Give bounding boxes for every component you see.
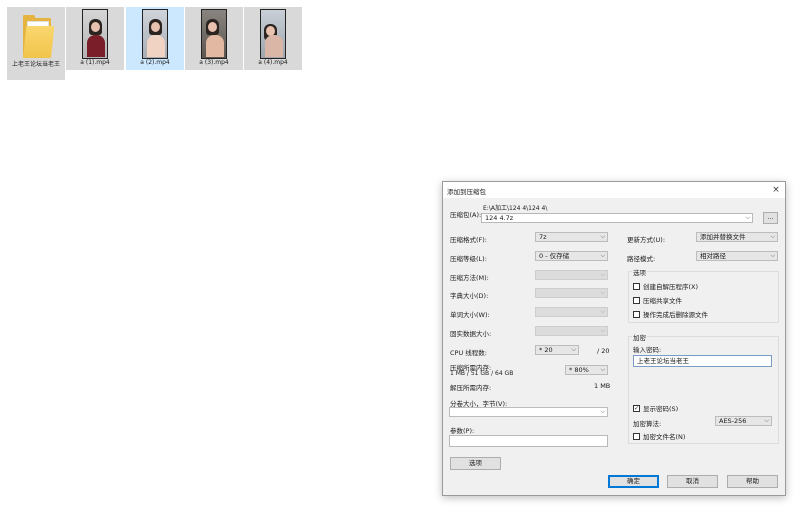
update-label: 更新方式(U): xyxy=(627,236,666,244)
word-label: 单词大小(W): xyxy=(450,311,490,319)
chevron-down-icon: ⌵ xyxy=(600,366,605,373)
archive-name-value: 124 4.7z xyxy=(485,214,514,222)
encrypt-names-checkbox[interactable]: 加密文件名(N) xyxy=(633,431,685,441)
shared-label: 压缩共享文件 xyxy=(643,297,682,305)
password-input[interactable]: 上老王论坛当老王 xyxy=(633,355,772,367)
cpu-total: / 20 xyxy=(597,347,610,355)
params-label: 参数(P): xyxy=(450,427,475,435)
decomp-label: 解压所需内存: xyxy=(450,384,492,392)
dict-label: 字典大小(D): xyxy=(450,292,489,300)
word-select: ⌵ xyxy=(535,307,608,317)
desktop-folder[interactable]: 上老王论坛当老王 xyxy=(7,7,65,80)
checkbox-box xyxy=(633,432,640,440)
folder-name: 上老王论坛当老王 xyxy=(11,61,60,68)
memory-percent-select[interactable]: * 80% ⌵ xyxy=(565,365,608,375)
file-name: a (3).mp4 xyxy=(199,59,229,66)
shared-checkbox[interactable]: 压缩共享文件 xyxy=(633,295,682,305)
chevron-down-icon: ⌵ xyxy=(600,252,605,259)
level-label: 压缩等级(L): xyxy=(450,255,487,263)
video-thumbnail xyxy=(142,9,168,59)
file-name: a (4).mp4 xyxy=(258,59,288,66)
checkbox-box xyxy=(633,282,640,290)
cpu-label: CPU 线程数: xyxy=(450,349,487,357)
pathmode-select[interactable]: 相对路径 ⌵ xyxy=(696,251,778,261)
dict-select: ⌵ xyxy=(535,288,608,298)
update-value: 添加并替换文件 xyxy=(700,233,746,241)
chevron-down-icon[interactable]: ⌵ xyxy=(745,214,750,222)
folder-icon xyxy=(18,15,55,61)
cancel-button[interactable]: 取消 xyxy=(667,475,718,488)
browse-button[interactable]: ... xyxy=(763,212,778,224)
enc-method-label: 加密算法: xyxy=(633,420,662,428)
pathmode-value: 相对路径 xyxy=(700,252,726,260)
file-name: a (2).mp4 xyxy=(140,59,170,66)
video-thumbnail xyxy=(82,9,108,59)
ok-button[interactable]: 确定 xyxy=(608,475,659,488)
chevron-down-icon: ⌵ xyxy=(571,346,576,353)
dialog-title: 添加到压缩包 xyxy=(447,188,486,196)
password-value: 上老王论坛当老王 xyxy=(637,357,689,365)
chevron-down-icon: ⌵ xyxy=(600,308,605,315)
file-item-a2[interactable]: a (2).mp4 xyxy=(126,7,184,70)
delete-label: 操作完成后删除源文件 xyxy=(643,311,708,319)
pathmode-label: 路径模式: xyxy=(627,255,656,263)
chevron-down-icon: ⌵ xyxy=(764,417,769,424)
file-item-a3[interactable]: a (3).mp4 xyxy=(185,7,243,70)
update-select[interactable]: 添加并替换文件 ⌵ xyxy=(696,232,778,242)
method-label: 压缩方法(M): xyxy=(450,274,489,282)
level-select[interactable]: 0 - 仅存储 ⌵ xyxy=(535,251,608,261)
file-item-a1[interactable]: a (1).mp4 xyxy=(66,7,124,70)
checkbox-box xyxy=(633,310,640,318)
encryption-group-title: 加密 xyxy=(632,332,647,342)
decomp-value: 1 MB xyxy=(594,382,611,390)
file-name: a (1).mp4 xyxy=(80,59,110,66)
show-password-label: 显示密码(S) xyxy=(643,405,679,413)
checkbox-box xyxy=(633,296,640,304)
show-password-checkbox[interactable]: ✓ 显示密码(S) xyxy=(633,403,678,413)
dialog-titlebar[interactable]: 添加到压缩包 × xyxy=(443,182,785,198)
video-thumbnail xyxy=(260,9,286,59)
enc-method-select[interactable]: AES-256 ⌵ xyxy=(715,416,772,426)
method-select: ⌵ xyxy=(535,270,608,280)
file-item-a4[interactable]: a (4).mp4 xyxy=(244,7,302,70)
chevron-down-icon: ⌵ xyxy=(600,271,605,278)
sfx-label: 创建自解压程序(X) xyxy=(643,283,699,291)
archive-label: 压缩包(A): xyxy=(450,211,482,219)
help-button[interactable]: 帮助 xyxy=(727,475,778,488)
add-to-archive-dialog: 添加到压缩包 × 压缩包(A): E:\A加工\124 4\124 4\ 124… xyxy=(442,181,786,496)
format-select[interactable]: 7z ⌵ xyxy=(535,232,608,242)
format-value: 7z xyxy=(539,233,547,241)
check-icon: ✓ xyxy=(633,404,640,412)
level-value: 0 - 仅存储 xyxy=(539,252,570,260)
sfx-checkbox[interactable]: 创建自解压程序(X) xyxy=(633,281,698,291)
enc-method-value: AES-256 xyxy=(719,417,747,425)
chevron-down-icon: ⌵ xyxy=(600,408,605,415)
split-combo[interactable]: ⌵ xyxy=(449,407,608,417)
chevron-down-icon: ⌵ xyxy=(600,289,605,296)
solid-label: 固实数据大小: xyxy=(450,330,492,338)
params-input[interactable] xyxy=(449,435,608,447)
close-icon[interactable]: × xyxy=(769,183,783,197)
options-button[interactable]: 选项 xyxy=(450,457,501,470)
solid-select: ⌵ xyxy=(535,326,608,336)
chevron-down-icon: ⌵ xyxy=(770,233,775,240)
chevron-down-icon: ⌵ xyxy=(600,327,605,334)
delete-checkbox[interactable]: 操作完成后删除源文件 xyxy=(633,309,708,319)
options-group-title: 选项 xyxy=(632,267,647,277)
password-label: 输入密码: xyxy=(633,346,662,354)
format-label: 压缩格式(F): xyxy=(450,236,488,244)
chevron-down-icon: ⌵ xyxy=(770,252,775,259)
cpu-value: * 20 xyxy=(539,346,553,354)
video-thumbnail xyxy=(201,9,227,59)
archive-name-combo[interactable]: 124 4.7z ⌵ xyxy=(481,213,753,223)
memory-value: 1 MB / 51 GB / 64 GB xyxy=(450,370,514,377)
chevron-down-icon: ⌵ xyxy=(600,233,605,240)
archive-path: E:\A加工\124 4\124 4\ xyxy=(483,205,548,212)
encrypt-names-label: 加密文件名(N) xyxy=(643,433,686,441)
cpu-select[interactable]: * 20 ⌵ xyxy=(535,345,579,355)
memory-percent-value: * 80% xyxy=(569,366,589,374)
